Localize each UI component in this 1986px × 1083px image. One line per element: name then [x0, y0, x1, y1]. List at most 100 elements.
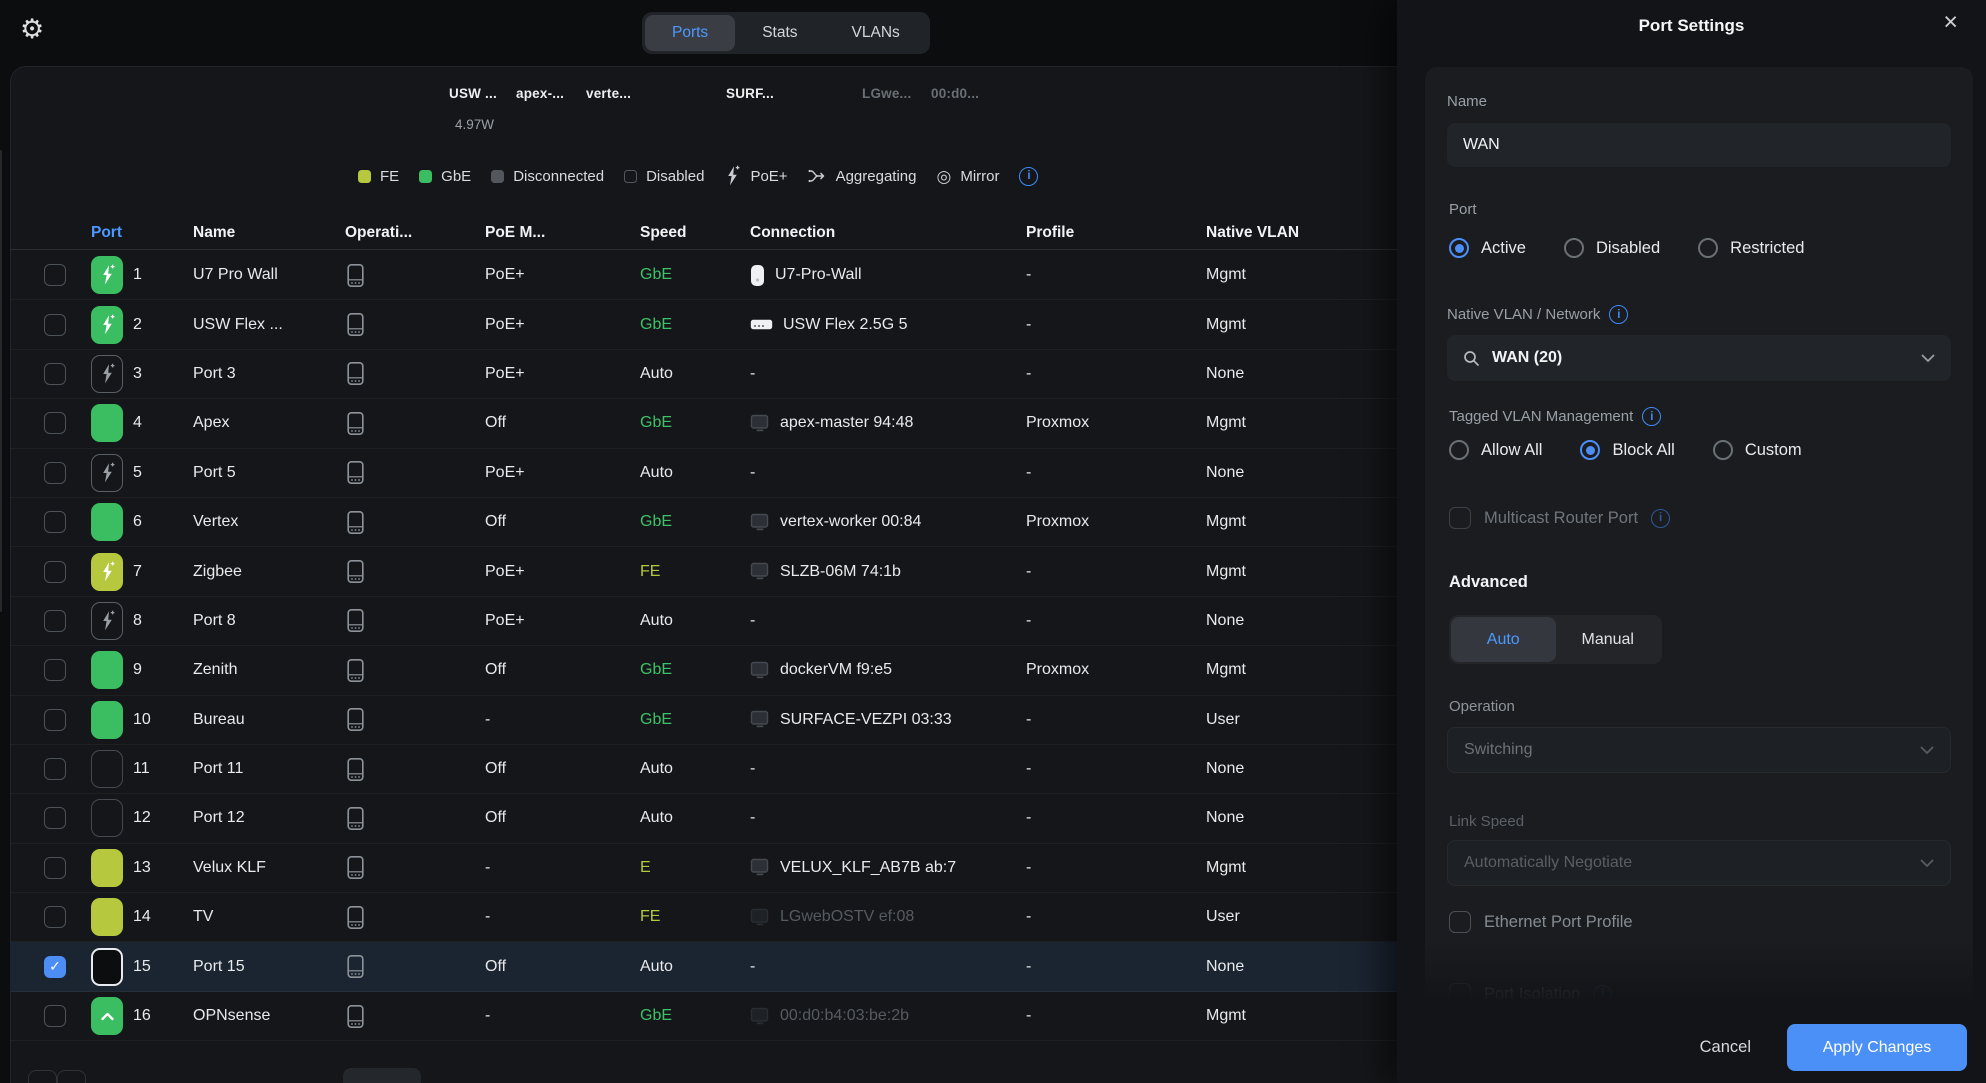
tagged-vlan-info-icon[interactable]: i — [1642, 407, 1661, 426]
multicast-router-port-row[interactable]: Multicast Router Port i — [1449, 507, 1670, 529]
row-checkbox[interactable] — [44, 264, 66, 286]
radio-icon[interactable] — [1713, 440, 1733, 460]
row-checkbox[interactable] — [44, 511, 66, 533]
radio-label: Custom — [1745, 441, 1802, 460]
radio-label: Disabled — [1596, 239, 1660, 258]
column-poe-mode[interactable]: PoE M... — [485, 224, 640, 242]
port-status-icon — [91, 256, 123, 294]
port-legend: FEGbEDisconnectedDisabledPoE+Aggregating… — [358, 164, 1038, 188]
column-operation[interactable]: Operati... — [330, 224, 485, 242]
row-checkbox[interactable] — [44, 807, 66, 829]
multicast-info-icon[interactable]: i — [1651, 509, 1670, 528]
operation-select: Switching — [1447, 727, 1951, 773]
pagination-prev-button[interactable] — [57, 1070, 86, 1083]
legend-label: GbE — [441, 168, 471, 185]
settings-gear-icon[interactable]: ⚙ — [20, 16, 44, 43]
native-vlan-value: WAN (20) — [1492, 349, 1562, 367]
speed: Auto — [640, 612, 750, 630]
port-name: U7 Pro Wall — [193, 266, 330, 284]
link-speed-select: Automatically Negotiate — [1447, 840, 1951, 886]
radio-icon[interactable] — [1449, 238, 1469, 258]
port-status-icon — [91, 701, 123, 739]
native-vlan-select[interactable]: WAN (20) — [1447, 335, 1951, 381]
poe-mode: Off — [485, 958, 640, 976]
row-checkbox[interactable] — [44, 1005, 66, 1027]
radio-icon[interactable] — [1564, 238, 1584, 258]
legend-item: Disconnected — [491, 168, 604, 185]
row-checkbox[interactable] — [44, 659, 66, 681]
row-checkbox[interactable] — [44, 906, 66, 928]
row-checkbox[interactable] — [44, 758, 66, 780]
name-label: Name — [1447, 93, 1487, 110]
mode-manual[interactable]: Manual — [1556, 617, 1661, 662]
mode-auto[interactable]: Auto — [1451, 617, 1556, 662]
column-port[interactable]: Port — [91, 224, 193, 242]
poe-bolt-icon — [724, 165, 741, 187]
tagged-vlan-custom[interactable]: Custom — [1713, 440, 1802, 460]
pagination-first-button[interactable] — [28, 1070, 57, 1083]
row-checkbox[interactable] — [44, 610, 66, 632]
name-input[interactable]: WAN — [1447, 123, 1951, 167]
pagination-page-button[interactable] — [343, 1068, 421, 1083]
radio-icon[interactable] — [1698, 238, 1718, 258]
port-state-disabled[interactable]: Disabled — [1564, 238, 1660, 258]
row-checkbox[interactable] — [44, 857, 66, 879]
legend-item: Disabled — [624, 168, 704, 185]
poe-mode: Off — [485, 760, 640, 778]
cancel-button[interactable]: Cancel — [1700, 1038, 1751, 1057]
speed: GbE — [640, 266, 750, 284]
profile: - — [1026, 908, 1206, 926]
radio-icon[interactable] — [1580, 440, 1600, 460]
row-checkbox[interactable] — [44, 412, 66, 434]
column-connection[interactable]: Connection — [750, 224, 1026, 242]
row-checkbox[interactable] — [44, 709, 66, 731]
apply-changes-button[interactable]: Apply Changes — [1787, 1024, 1967, 1071]
port-number: 13 — [133, 859, 193, 877]
port-number: 10 — [133, 711, 193, 729]
switch-device-icon — [345, 510, 366, 535]
port-state-active[interactable]: Active — [1449, 238, 1526, 258]
port-name: TV — [193, 908, 330, 926]
connection: - — [750, 760, 755, 778]
ethernet-port-profile-row[interactable]: Ethernet Port Profile — [1449, 911, 1633, 933]
row-checkbox[interactable] — [44, 462, 66, 484]
tab-stats[interactable]: Stats — [735, 15, 824, 51]
native-vlan-info-icon[interactable]: i — [1609, 305, 1628, 324]
poe-power-total: 4.97W — [455, 117, 494, 132]
row-checkbox[interactable] — [44, 363, 66, 385]
row-checkbox[interactable] — [44, 314, 66, 336]
close-icon[interactable]: × — [1943, 10, 1958, 35]
port-name: Port 12 — [193, 809, 330, 827]
row-checkbox[interactable]: ✓ — [44, 956, 66, 978]
tab-ports[interactable]: Ports — [645, 15, 735, 51]
port-state-restricted[interactable]: Restricted — [1698, 238, 1804, 258]
column-speed[interactable]: Speed — [640, 224, 750, 242]
port-number: 9 — [133, 661, 193, 679]
tab-vlans[interactable]: VLANs — [825, 15, 927, 51]
switch-device-icon — [345, 312, 366, 337]
multicast-checkbox[interactable] — [1449, 507, 1471, 529]
tagged-vlan-allow-all[interactable]: Allow All — [1449, 440, 1542, 460]
row-checkbox[interactable] — [44, 561, 66, 583]
tagged-vlan-block-all[interactable]: Block All — [1580, 440, 1674, 460]
profile: - — [1026, 859, 1206, 877]
client-device-icon — [750, 1007, 770, 1026]
legend-info-icon[interactable]: i — [1019, 167, 1038, 186]
speed: GbE — [640, 513, 750, 531]
poe-mode: Off — [485, 414, 640, 432]
radio-icon[interactable] — [1449, 440, 1469, 460]
speed: Auto — [640, 809, 750, 827]
ethernet-profile-checkbox[interactable] — [1449, 911, 1471, 933]
device-strip-label: apex-... — [516, 86, 564, 101]
radio-label: Active — [1481, 239, 1526, 258]
port-name: Velux KLF — [193, 859, 330, 877]
port-number: 5 — [133, 464, 193, 482]
connection: U7-Pro-Wall — [775, 266, 862, 284]
switch-device-icon — [345, 707, 366, 732]
column-name[interactable]: Name — [193, 224, 330, 242]
poe-mode: PoE+ — [485, 365, 640, 383]
port-settings-panel: Port Settings × Name WAN Port ActiveDisa… — [1397, 0, 1986, 1083]
column-profile[interactable]: Profile — [1026, 224, 1206, 242]
port-status-icon — [91, 948, 123, 986]
device-strip-label: 00:d0... — [931, 86, 979, 101]
